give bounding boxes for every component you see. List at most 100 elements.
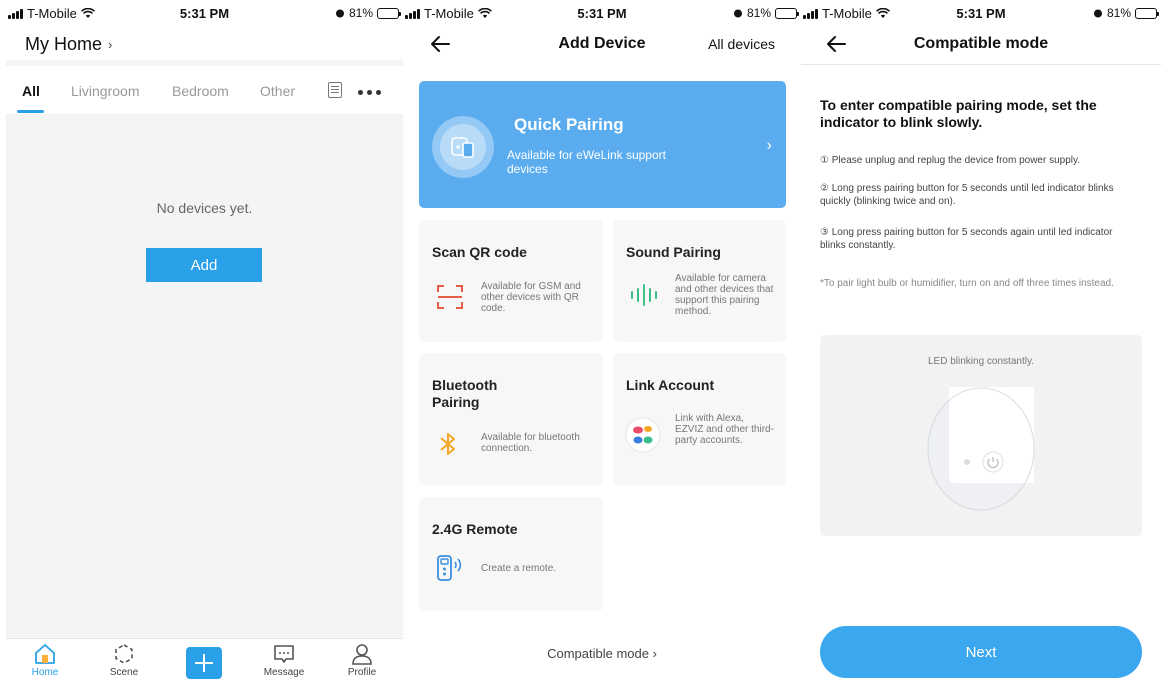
remote-icon xyxy=(437,555,462,581)
page-title: Compatible mode xyxy=(913,35,1049,52)
bluetooth-icon xyxy=(440,433,455,455)
nav-profile[interactable]: Profile xyxy=(332,643,392,678)
pairing-note: *To pair light bulb or humidifier, turn … xyxy=(820,278,1114,289)
tab-livingroom[interactable]: Livingroom xyxy=(71,83,139,99)
alarm-icon xyxy=(733,9,742,18)
add-button[interactable]: Add xyxy=(146,248,262,282)
add-device-header: Add Device All devices xyxy=(403,28,801,60)
carrier: T-Mobile xyxy=(803,6,890,21)
bluetooth-pairing-desc: Available for bluetooth connection. xyxy=(481,432,580,454)
remote-card[interactable]: 2.4G Remote Create a remote. xyxy=(419,497,603,611)
tab-other[interactable]: Other xyxy=(260,83,295,99)
status-bar: T-Mobile 5:31 PM 81% xyxy=(6,0,403,28)
tab-bedroom[interactable]: Bedroom xyxy=(172,83,229,99)
nav-scene[interactable]: Scene xyxy=(94,643,154,678)
nav-message-label: Message xyxy=(263,667,305,678)
tab-all[interactable]: All xyxy=(22,83,40,99)
battery-icon xyxy=(775,7,799,19)
wifi-icon xyxy=(875,8,890,18)
compatible-header: Compatible mode xyxy=(801,28,1161,60)
carrier-name: T-Mobile xyxy=(822,6,872,21)
quick-pairing-desc: Available for eWeLink support devices xyxy=(507,148,666,176)
chevron-right-icon: › xyxy=(108,37,113,52)
sound-pairing-card[interactable]: Sound Pairing Available for camera and o… xyxy=(613,220,786,342)
sound-wave-icon xyxy=(631,284,657,306)
led-illustration: LED blinking constantly. xyxy=(820,335,1142,536)
add-plus-button[interactable] xyxy=(186,647,222,679)
nav-message[interactable]: Message xyxy=(254,643,314,678)
status-bar: T-Mobile 5:31 PM 81% xyxy=(403,0,801,28)
header-divider xyxy=(801,64,1161,65)
battery-status: 81% xyxy=(335,6,401,20)
sound-pairing-desc: Available for camera and other devices t… xyxy=(675,273,774,317)
bluetooth-pairing-title: Bluetooth Pairing xyxy=(432,377,498,410)
device-led-illustration xyxy=(927,387,1035,511)
nav-home[interactable]: Home xyxy=(15,643,75,678)
step-3: ③ Long press pairing button for 5 second… xyxy=(820,227,1113,251)
scan-qr-title: Scan QR code xyxy=(432,244,527,260)
room-tabs: All Livingroom Bedroom Other xyxy=(6,66,403,114)
next-button[interactable]: Next xyxy=(820,626,1142,678)
alarm-icon xyxy=(335,9,344,18)
link-account-card[interactable]: Link Account Link with Alexa, EZVIZ and … xyxy=(613,353,786,485)
bottom-nav: Home Scene Message Profile xyxy=(6,638,403,691)
battery-percent: 81% xyxy=(746,6,771,20)
carrier: T-Mobile xyxy=(405,6,492,21)
tab-indicator xyxy=(17,110,44,113)
status-bar: T-Mobile 5:31 PM 81% xyxy=(801,0,1161,28)
carrier-name: T-Mobile xyxy=(27,6,77,21)
battery-icon xyxy=(1135,7,1159,19)
chevron-right-icon: › xyxy=(766,137,772,154)
empty-state-text: No devices yet. xyxy=(156,200,253,216)
signal-icon xyxy=(803,8,818,19)
remote-desc: Create a remote. xyxy=(481,563,557,574)
link-account-icon xyxy=(625,417,661,453)
battery-percent: 81% xyxy=(1106,6,1131,20)
bluetooth-pairing-card[interactable]: Bluetooth Pairing Available for bluetoot… xyxy=(419,353,603,485)
qr-scan-icon xyxy=(437,285,463,309)
back-arrow-icon[interactable] xyxy=(429,34,451,54)
step-2: ② Long press pairing button for 5 second… xyxy=(820,183,1114,207)
home-title: My Home xyxy=(25,34,103,54)
quick-pairing-card[interactable]: Quick Pairing Available for eWeLink supp… xyxy=(419,81,786,208)
battery-status: 81% xyxy=(1093,6,1159,20)
quick-pairing-icon xyxy=(432,116,494,178)
home-screen: T-Mobile 5:31 PM 81% My Home › All Livin… xyxy=(6,0,403,691)
nav-profile-label: Profile xyxy=(347,667,377,678)
scene-icon xyxy=(115,644,133,664)
message-icon xyxy=(274,645,294,663)
remote-title: 2.4G Remote xyxy=(432,521,518,537)
wifi-icon xyxy=(80,8,95,18)
back-arrow-icon[interactable] xyxy=(825,34,847,54)
link-account-desc: Link with Alexa, EZVIZ and other third-p… xyxy=(675,413,774,446)
scan-qr-desc: Available for GSM and other devices with… xyxy=(481,281,581,314)
step-1: ① Please unplug and replug the device fr… xyxy=(820,155,1081,166)
signal-icon xyxy=(8,8,23,19)
nav-scene-label: Scene xyxy=(109,667,139,678)
battery-icon xyxy=(377,7,401,19)
nav-home-label: Home xyxy=(31,667,59,678)
carrier: T-Mobile xyxy=(8,6,95,21)
list-view-icon[interactable] xyxy=(328,82,342,98)
sound-pairing-title: Sound Pairing xyxy=(626,244,721,260)
compatible-mode-screen: T-Mobile 5:31 PM 81% Compatible mode To … xyxy=(801,0,1161,691)
scan-qr-card[interactable]: Scan QR code Available for GSM and other… xyxy=(419,220,603,342)
profile-icon xyxy=(352,644,372,665)
more-icon[interactable] xyxy=(358,90,381,95)
home-selector[interactable]: My Home › xyxy=(25,34,112,55)
add-device-screen: T-Mobile 5:31 PM 81% Add Device All devi… xyxy=(403,0,801,691)
battery-status: 81% xyxy=(733,6,799,20)
quick-pairing-title: Quick Pairing xyxy=(514,115,624,134)
wifi-icon xyxy=(477,8,492,18)
compatible-mode-link[interactable]: Compatible mode › xyxy=(403,646,801,661)
all-devices-link[interactable]: All devices xyxy=(708,36,775,52)
signal-icon xyxy=(405,8,420,19)
instructions-heading: To enter compatible pairing mode, set th… xyxy=(820,97,1097,130)
led-status-label: LED blinking constantly. xyxy=(928,356,1034,367)
home-icon xyxy=(35,644,55,664)
link-account-title: Link Account xyxy=(626,377,715,393)
carrier-name: T-Mobile xyxy=(424,6,474,21)
home-header: My Home › xyxy=(6,28,403,60)
alarm-icon xyxy=(1093,9,1102,18)
battery-percent: 81% xyxy=(348,6,373,20)
